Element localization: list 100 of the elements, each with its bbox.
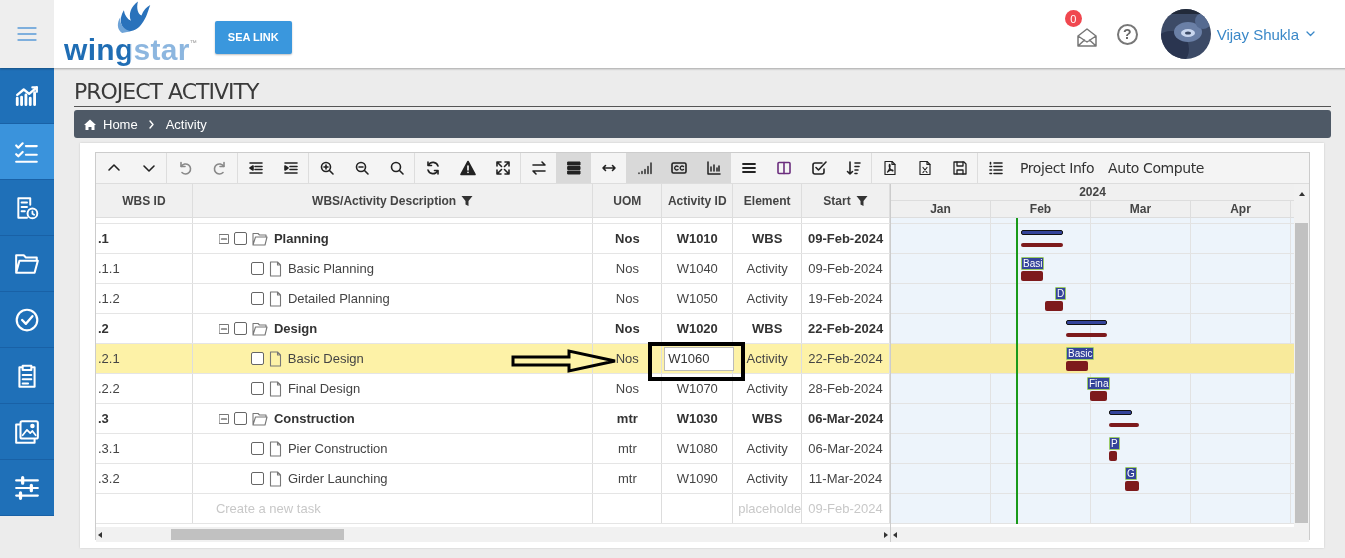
toolbar-button[interactable]: Project Info	[1013, 153, 1102, 183]
activity-id: W1050	[676, 291, 718, 306]
user-name[interactable]: Vijay Shukla	[1216, 25, 1299, 43]
task-bar: G	[1125, 467, 1137, 480]
activity-id: W1090	[676, 471, 718, 486]
file-icon	[268, 440, 282, 457]
activity-id: W1030	[676, 411, 718, 426]
task-bar: D	[1055, 287, 1067, 300]
row-checkbox[interactable]	[250, 262, 264, 275]
scrollbar-thumb[interactable]	[171, 529, 344, 540]
scroll-left-icon[interactable]	[96, 530, 104, 539]
bar-chart-icon	[705, 160, 722, 176]
month-header: Jan	[891, 201, 991, 217]
numbered-list-icon	[987, 160, 1004, 176]
start-date: 09-Feb-2024	[808, 261, 883, 276]
task-name: Planning	[273, 231, 329, 246]
bar-chart-button[interactable]	[696, 153, 731, 183]
row-checkbox[interactable]	[250, 382, 264, 395]
row-checkbox[interactable]	[233, 322, 247, 335]
row-checkbox[interactable]	[250, 352, 264, 365]
baseline-bar	[1090, 391, 1107, 401]
zoom-in-icon	[318, 160, 335, 176]
baseline-bar	[1066, 361, 1088, 371]
sidebar-item[interactable]	[0, 68, 54, 124]
row-checkbox[interactable]	[250, 292, 264, 305]
row-checkbox[interactable]	[250, 442, 264, 455]
element-type: WBS	[752, 411, 783, 426]
toolbar-button[interactable]: Auto Compute	[1101, 153, 1212, 183]
start-date: 22-Feb-2024	[807, 321, 884, 336]
activity-id: W1070	[676, 381, 718, 396]
wbs-id: .1.2	[98, 291, 120, 306]
sidebar-item[interactable]	[0, 460, 54, 516]
task-bar: Basi	[1021, 257, 1045, 270]
wbs-id: .2.2	[98, 381, 120, 396]
signal-bars-button[interactable]	[626, 153, 661, 183]
breadcrumb-link[interactable]: Activity	[165, 116, 207, 132]
row-checkbox[interactable]	[250, 472, 264, 485]
collapse-icon[interactable]	[218, 413, 229, 424]
task-bar: P	[1109, 437, 1120, 450]
zoom-out-icon	[353, 160, 370, 176]
collapse-icon[interactable]	[218, 233, 229, 244]
start-date: 28-Feb-2024	[808, 381, 883, 396]
filter-icon[interactable]	[855, 194, 868, 207]
activity-id: W1010	[676, 231, 718, 246]
activity-id-field[interactable]: W1060	[664, 346, 735, 371]
scroll-up-icon[interactable]	[1297, 190, 1306, 198]
signal-bars-icon	[635, 160, 652, 176]
collapse-icon[interactable]	[218, 323, 229, 334]
wbs-id: .2.1	[98, 351, 120, 366]
report-clock-icon	[14, 194, 40, 221]
row-checkbox[interactable]	[233, 232, 247, 245]
task-name: Design	[273, 321, 318, 336]
sidebar-item[interactable]	[0, 348, 54, 404]
task-name: Pier Construction	[287, 441, 388, 456]
month-header: Feb	[991, 201, 1091, 217]
caret-icon[interactable]	[1305, 29, 1316, 39]
image-gallery-icon	[14, 418, 40, 445]
task-name: Construction	[273, 411, 355, 426]
filter-icon[interactable]	[461, 194, 474, 207]
mail-icon[interactable]	[1075, 27, 1098, 48]
wbs-id: .3	[98, 411, 109, 426]
check-circle-icon	[14, 306, 40, 333]
start-date: 11-Mar-2024	[808, 471, 883, 486]
row-checkbox[interactable]	[233, 412, 247, 425]
start-date: 22-Feb-2024	[808, 351, 883, 366]
column-header: WBS ID	[122, 193, 166, 208]
sidebar-item[interactable]	[0, 292, 54, 348]
excel-export-icon	[916, 160, 933, 176]
help-button[interactable]: ?	[1116, 23, 1138, 45]
uom-value: Nos	[615, 291, 639, 306]
sidebar-item[interactable]	[0, 236, 54, 292]
sidebar-item[interactable]	[0, 180, 54, 236]
baseline-bar	[1021, 243, 1063, 247]
baseline-bar	[1109, 423, 1139, 427]
breadcrumb-link[interactable]: Home	[103, 116, 138, 132]
outdent-icon	[247, 160, 264, 176]
page-title: PROJECT ACTIVITY	[74, 78, 1331, 107]
baseline-bar	[1021, 271, 1043, 281]
uom-value: mtr	[616, 411, 638, 426]
sidebar-item[interactable]	[0, 404, 54, 460]
column-header: Start	[823, 193, 851, 208]
uom-value: Nos	[615, 231, 640, 246]
sidebar-item[interactable]	[0, 124, 54, 180]
chevron-icon	[147, 118, 156, 130]
uom-value: mtr	[617, 441, 637, 456]
indent-icon	[282, 160, 299, 176]
notification-badge: 0	[1064, 10, 1082, 27]
refresh-icon	[424, 160, 441, 176]
rows-button[interactable]	[556, 153, 591, 183]
start-date: 19-Feb-2024	[808, 291, 883, 306]
wbs-id: .1	[98, 231, 109, 246]
save-icon	[951, 160, 968, 176]
wbs-id: .3.2	[98, 471, 120, 486]
file-icon	[268, 380, 282, 397]
uom-value: Nos	[615, 381, 639, 396]
scrollbar-thumb[interactable]	[1295, 223, 1308, 523]
baseline-bar	[1125, 481, 1139, 491]
month-header: Apr	[1191, 201, 1291, 217]
file-icon	[268, 260, 282, 277]
uom-value: Nos	[615, 321, 640, 336]
